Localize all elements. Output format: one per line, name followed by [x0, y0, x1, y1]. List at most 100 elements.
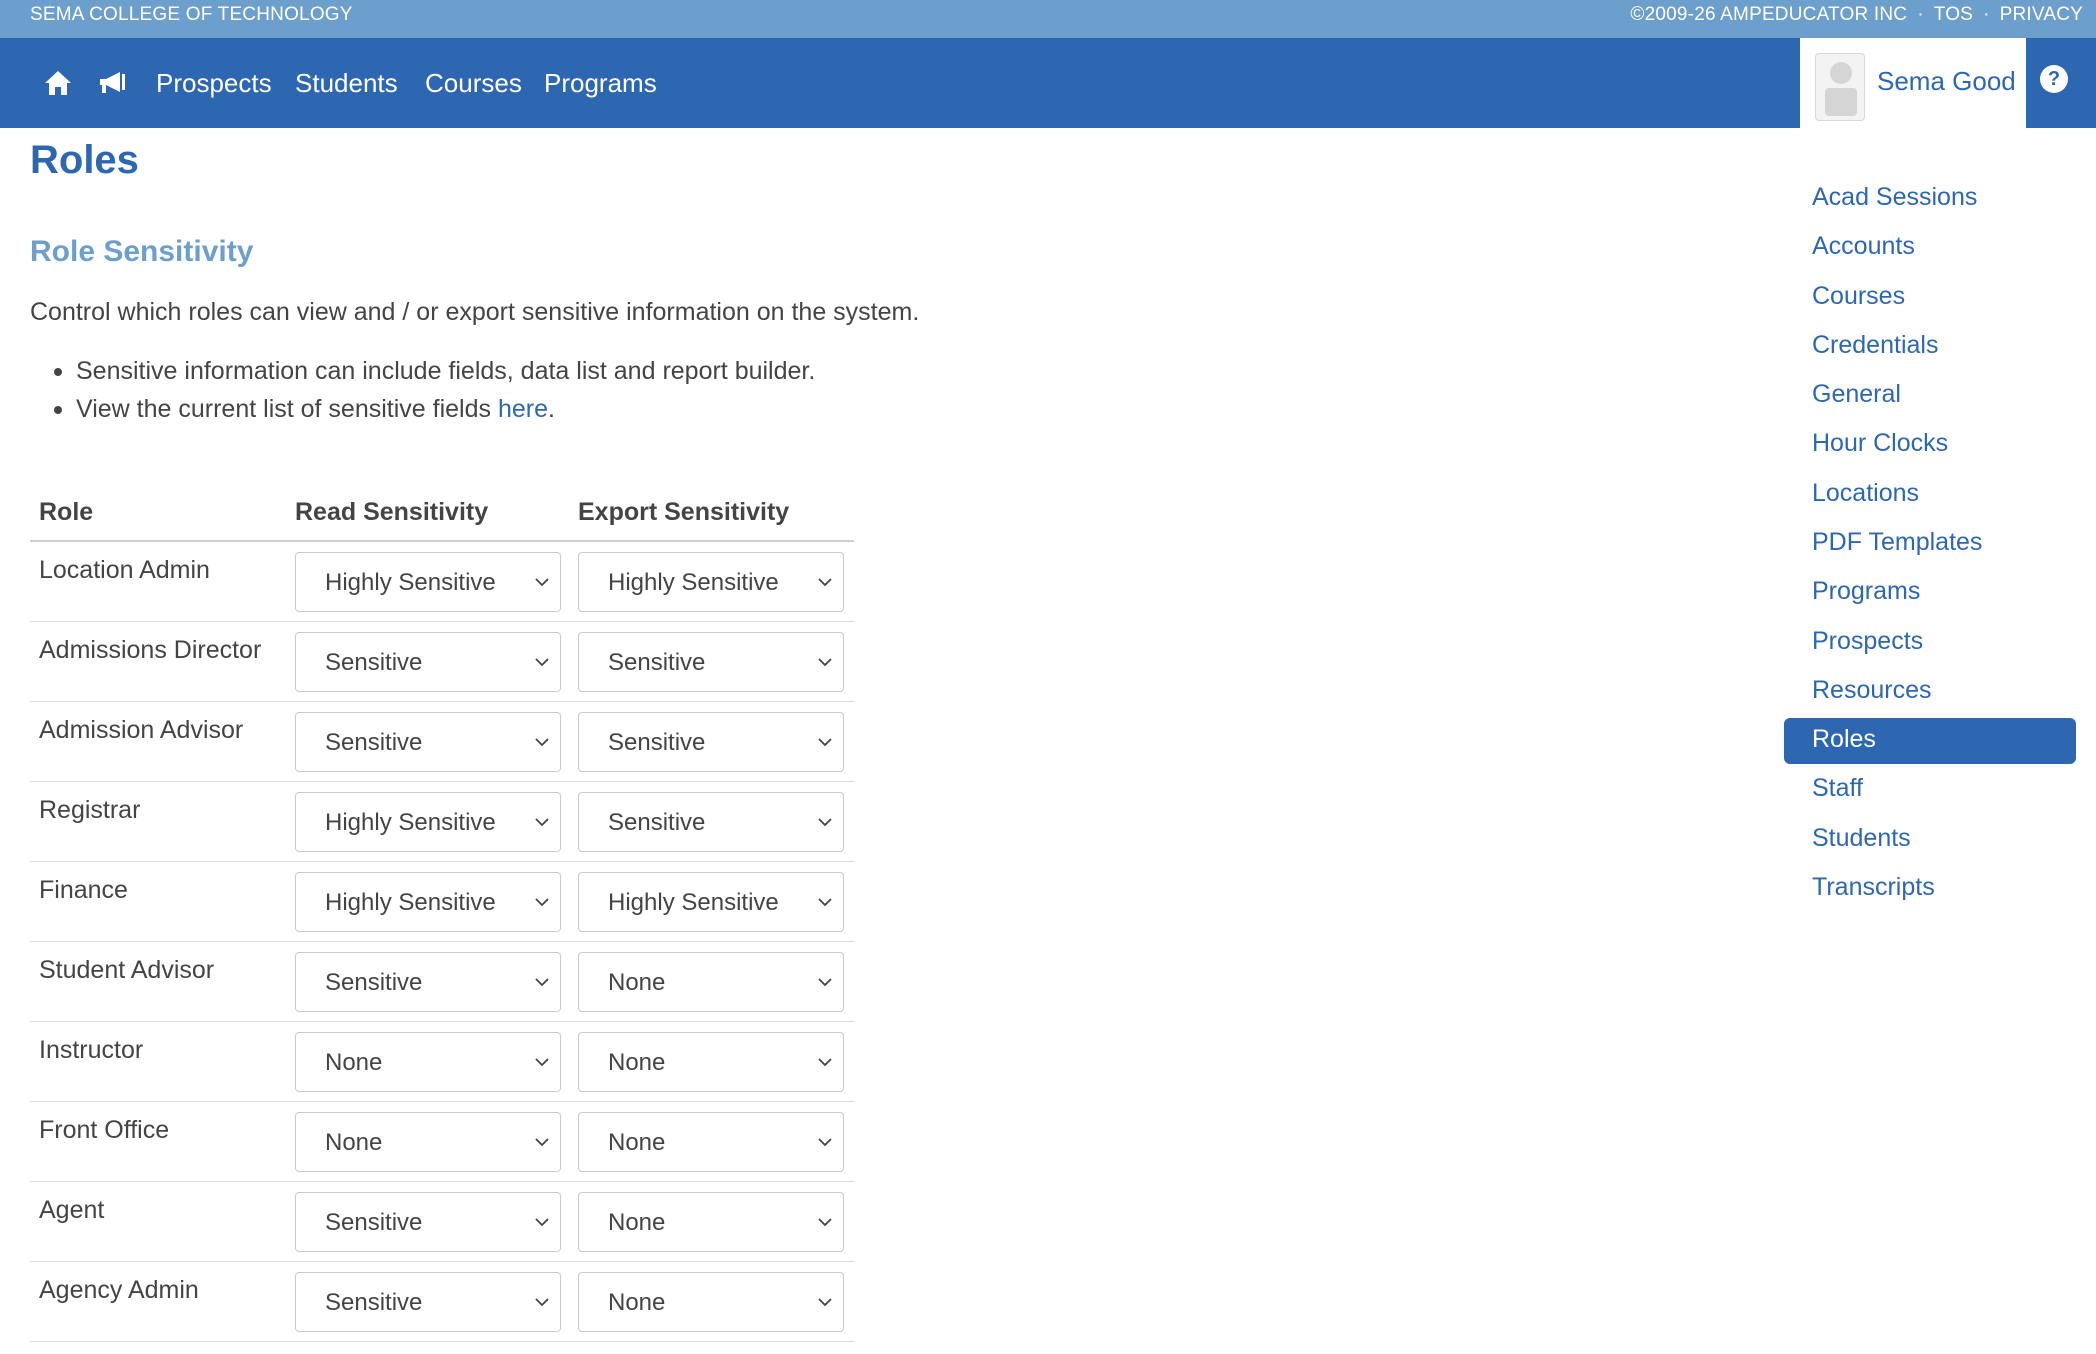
chevron-down-icon	[816, 893, 834, 911]
chevron-down-icon	[816, 1133, 834, 1151]
export-sensitivity-select[interactable]: None	[578, 1112, 844, 1172]
sidebar-item-students[interactable]: Students	[1784, 817, 2076, 866]
table-row: Location Admin Highly Sensitive Highly Sen…	[30, 542, 854, 622]
chevron-down-icon	[533, 1293, 551, 1311]
sidebar-item-accounts[interactable]: Accounts	[1784, 225, 2076, 274]
table-row: Admissions Director Sensitive Sensitive	[30, 622, 854, 702]
read-sensitivity-select[interactable]: Sensitive	[295, 1272, 561, 1332]
export-sensitivity-select[interactable]: None	[578, 952, 844, 1012]
table-header: Role Read Sensitivity Export Sensitivity	[30, 490, 854, 542]
description: Control which roles can view and / or ex…	[30, 298, 920, 326]
chevron-down-icon	[533, 733, 551, 751]
sidebar-item-transcripts[interactable]: Transcripts	[1784, 866, 2076, 915]
table-row: Finance Highly Sensitive Highly Sensitive	[30, 862, 854, 942]
sidebar-item-prospects[interactable]: Prospects	[1784, 620, 2076, 669]
read-sensitivity-value: Sensitive	[325, 969, 423, 996]
read-sensitivity-select[interactable]: Sensitive	[295, 952, 561, 1012]
nav-programs[interactable]: Programs	[544, 68, 657, 99]
sidebar-item-credentials[interactable]: Credentials	[1784, 324, 2076, 373]
chevron-down-icon	[533, 653, 551, 671]
megaphone-icon[interactable]	[95, 66, 129, 100]
sidebar-item-resources[interactable]: Resources	[1784, 669, 2076, 718]
sidebar-item-staff[interactable]: Staff	[1784, 767, 2076, 816]
read-sensitivity-select[interactable]: Highly Sensitive	[295, 872, 561, 932]
read-sensitivity-value: Sensitive	[325, 649, 423, 676]
read-sensitivity-value: Highly Sensitive	[325, 809, 496, 836]
read-sensitivity-value: None	[325, 1049, 383, 1076]
table-row: Front Office None None	[30, 1102, 854, 1182]
info-list: Sensitive information can include fields…	[53, 352, 815, 428]
chevron-down-icon	[533, 1213, 551, 1231]
chevron-down-icon	[533, 973, 551, 991]
export-sensitivity-select[interactable]: Sensitive	[578, 632, 844, 692]
role-name: Finance	[39, 876, 128, 904]
export-sensitivity-value: Sensitive	[608, 649, 706, 676]
export-sensitivity-select[interactable]: None	[578, 1032, 844, 1092]
read-sensitivity-value: None	[325, 1129, 383, 1156]
header-read-sensitivity: Read Sensitivity	[295, 498, 489, 526]
page-title: Roles	[30, 138, 139, 182]
export-sensitivity-select[interactable]: Highly Sensitive	[578, 872, 844, 932]
sidebar-item-pdf-templates[interactable]: PDF Templates	[1784, 521, 2076, 570]
nav-prospects[interactable]: Prospects	[156, 68, 272, 99]
chevron-down-icon	[533, 573, 551, 591]
sidebar-item-hour-clocks[interactable]: Hour Clocks	[1784, 422, 2076, 471]
read-sensitivity-select[interactable]: Highly Sensitive	[295, 552, 561, 612]
org-name: SEMA COLLEGE OF TECHNOLOGY	[30, 4, 353, 25]
chevron-down-icon	[816, 653, 834, 671]
avatar	[1815, 53, 1865, 121]
export-sensitivity-select[interactable]: Highly Sensitive	[578, 552, 844, 612]
export-sensitivity-select[interactable]: Sensitive	[578, 792, 844, 852]
chevron-down-icon	[533, 813, 551, 831]
read-sensitivity-select[interactable]: Sensitive	[295, 632, 561, 692]
export-sensitivity-select[interactable]: None	[578, 1192, 844, 1252]
chevron-down-icon	[816, 1053, 834, 1071]
sensitive-fields-link[interactable]: here	[498, 395, 548, 423]
read-sensitivity-select[interactable]: None	[295, 1032, 561, 1092]
read-sensitivity-select[interactable]: Sensitive	[295, 1192, 561, 1252]
privacy-link[interactable]: PRIVACY	[2000, 4, 2083, 26]
sidebar-item-locations[interactable]: Locations	[1784, 472, 2076, 521]
chevron-down-icon	[816, 973, 834, 991]
export-sensitivity-select[interactable]: None	[578, 1272, 844, 1332]
home-icon[interactable]	[41, 66, 75, 100]
export-sensitivity-select[interactable]: Sensitive	[578, 712, 844, 772]
help-icon[interactable]: ?	[2040, 65, 2068, 93]
sidebar-item-general[interactable]: General	[1784, 373, 2076, 422]
role-name: Registrar	[39, 796, 141, 824]
read-sensitivity-value: Sensitive	[325, 1289, 423, 1316]
nav-courses[interactable]: Courses	[425, 68, 522, 99]
export-sensitivity-value: None	[608, 1049, 666, 1076]
chevron-down-icon	[816, 1293, 834, 1311]
table-row: Registrar Highly Sensitive Sensitive	[30, 782, 854, 862]
chevron-down-icon	[533, 893, 551, 911]
chevron-down-icon	[533, 1133, 551, 1151]
user-menu[interactable]: Sema Good	[1800, 38, 2026, 128]
list-item: View the current list of sensitive field…	[53, 390, 815, 428]
chevron-down-icon	[816, 573, 834, 591]
export-sensitivity-value: None	[608, 1209, 666, 1236]
export-sensitivity-value: None	[608, 1289, 666, 1316]
sidebar-item-roles[interactable]: Roles	[1784, 718, 2076, 765]
settings-sidebar: Acad Sessions Accounts Courses Credentials G…	[1784, 176, 2076, 915]
separator: ·	[1917, 4, 1924, 25]
nav-students[interactable]: Students	[295, 68, 398, 99]
sidebar-item-programs[interactable]: Programs	[1784, 570, 2076, 619]
legal-links: ©2009-26 AMPEDUCATOR INC · TOS · PRIVACY	[1630, 4, 2083, 26]
header-role: Role	[39, 498, 94, 526]
role-name: Front Office	[39, 1116, 170, 1144]
role-name: Admissions Director	[39, 636, 262, 664]
read-sensitivity-select[interactable]: None	[295, 1112, 561, 1172]
table-row: Admission Advisor Sensitive Sensitive	[30, 702, 854, 782]
sidebar-item-acad-sessions[interactable]: Acad Sessions	[1784, 176, 2076, 225]
tos-link[interactable]: TOS	[1934, 4, 1973, 26]
export-sensitivity-value: None	[608, 969, 666, 996]
copyright-text: ©2009-26 AMPEDUCATOR INC	[1630, 4, 1908, 25]
export-sensitivity-value: Sensitive	[608, 809, 706, 836]
read-sensitivity-select[interactable]: Highly Sensitive	[295, 792, 561, 852]
read-sensitivity-select[interactable]: Sensitive	[295, 712, 561, 772]
table-row: Student Advisor Sensitive None	[30, 942, 854, 1022]
chevron-down-icon	[816, 733, 834, 751]
sidebar-item-courses[interactable]: Courses	[1784, 275, 2076, 324]
role-name: Instructor	[39, 1036, 144, 1064]
